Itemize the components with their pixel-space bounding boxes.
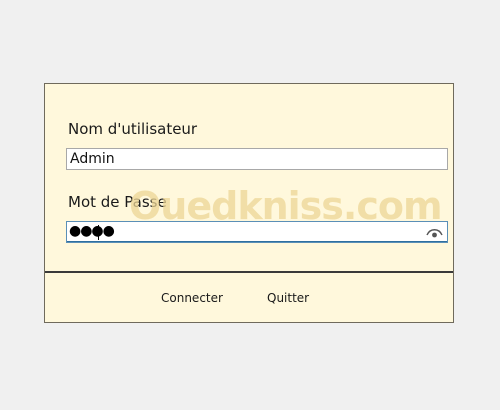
login-dialog: Nom d'utilisateur Admin Mot de Passe ●●●… — [44, 83, 454, 323]
text-caret — [98, 225, 99, 240]
password-mask: ●●●● — [69, 223, 115, 239]
username-value: Admin — [70, 151, 115, 167]
username-field[interactable]: Admin — [66, 148, 448, 170]
connect-button[interactable]: Connecter — [161, 291, 223, 305]
password-label: Mot de Passe — [68, 193, 167, 211]
footer-separator — [45, 271, 453, 273]
eye-icon[interactable] — [425, 224, 444, 240]
password-field[interactable]: ●●●● — [66, 221, 448, 243]
username-label: Nom d'utilisateur — [68, 120, 198, 138]
quit-button[interactable]: Quitter — [267, 291, 309, 305]
